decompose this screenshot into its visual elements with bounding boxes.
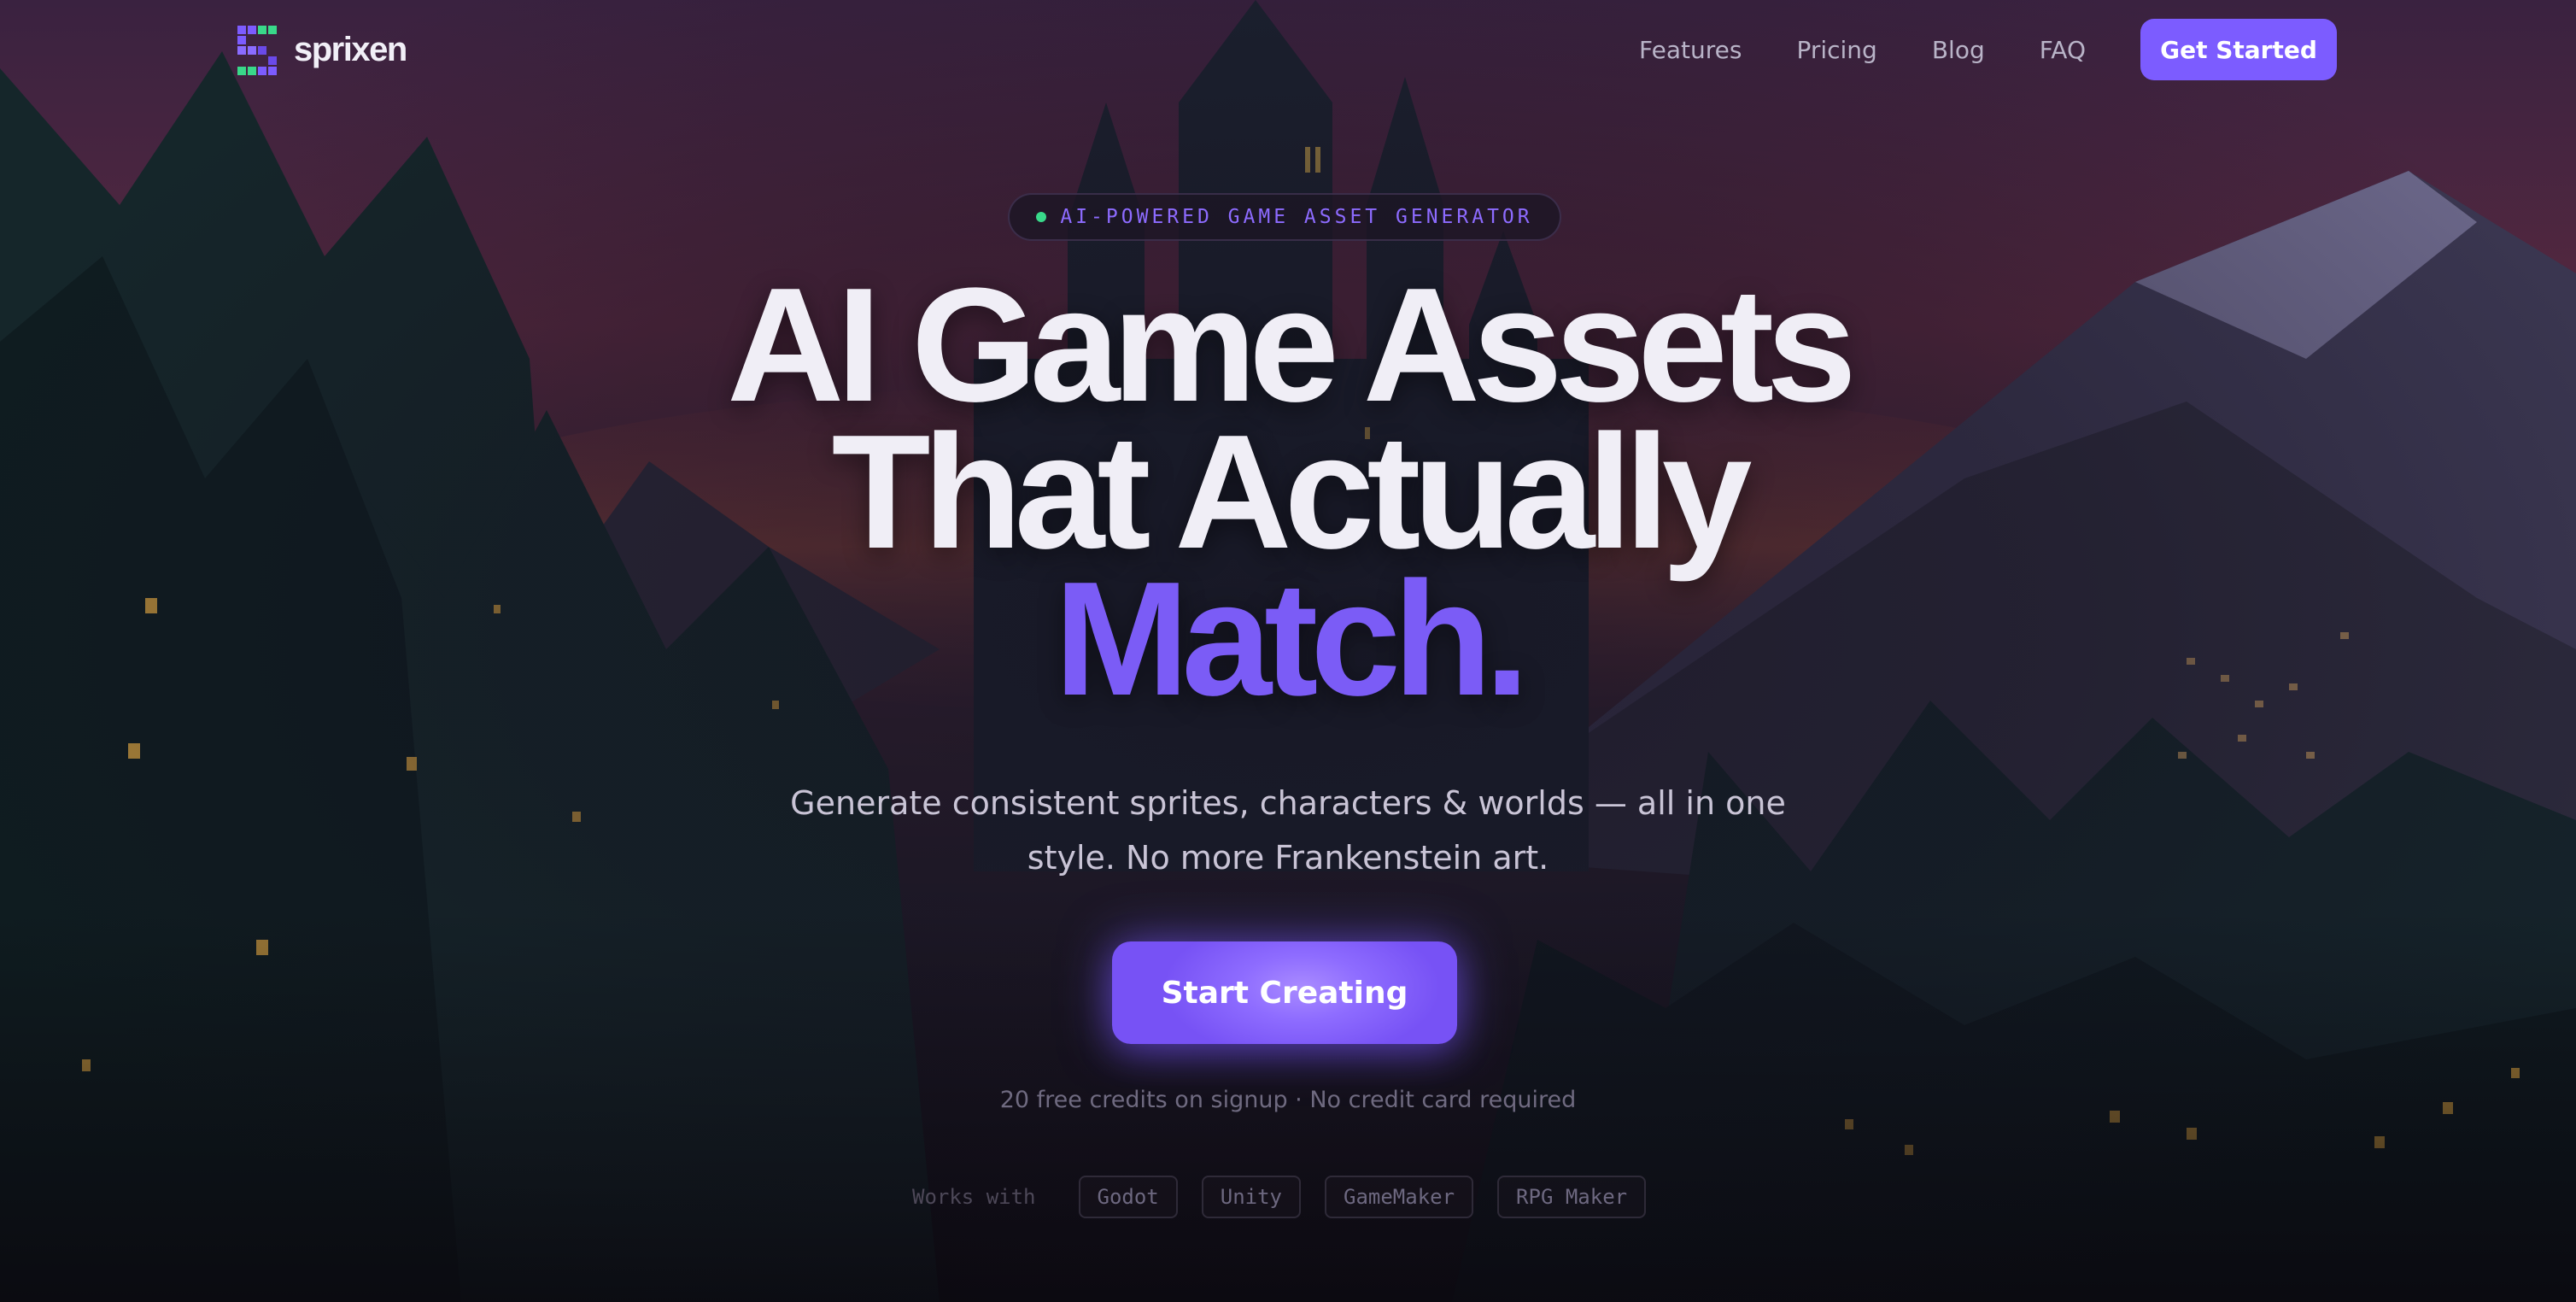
nav-links: Features Pricing Blog FAQ [1639,31,2086,68]
nav-link-pricing[interactable]: Pricing [1796,36,1876,64]
brand-name: sprixen [294,30,407,68]
signup-note: 20 free credits on signup · No credit ca… [999,1087,1577,1113]
status-dot-icon [1036,212,1047,222]
top-navigation: sprixen Features Pricing Blog FAQ Get St… [0,0,2576,99]
nav-link-features[interactable]: Features [1639,36,1742,64]
badge-label: AI-POWERED GAME ASSET GENERATOR [1060,206,1533,228]
brand-logo[interactable]: sprixen [236,22,407,77]
headline-line-1: AI Game Assets [727,255,1857,436]
get-started-button[interactable]: Get Started [2140,19,2337,80]
hero-headline: AI Game Assets That Actually Match. [0,255,2576,730]
integrations-label: Works with [912,1185,1036,1209]
headline-line-2: That Actually [831,402,1753,583]
hero-badge: AI-POWERED GAME ASSET GENERATOR [1008,193,1561,241]
nav-link-faq[interactable]: FAQ [2040,36,2086,64]
headline-accent: Match. [1054,548,1530,730]
engine-tag-gamemaker: GameMaker [1325,1176,1474,1218]
hero-subtitle: Generate consistent sprites, characters … [790,784,1786,877]
pixel-s-logo-icon [236,24,280,75]
nav-link-blog[interactable]: Blog [1932,36,1985,64]
engine-tag-godot: Godot [1078,1176,1178,1218]
engine-tag-rpg-maker: RPG Maker [1497,1176,1647,1218]
engine-tag-unity: Unity [1201,1176,1301,1218]
integrations-row: Works with Godot Unity GameMaker RPG Mak… [912,1176,1647,1218]
start-creating-button[interactable]: Start Creating [1112,941,1457,1044]
